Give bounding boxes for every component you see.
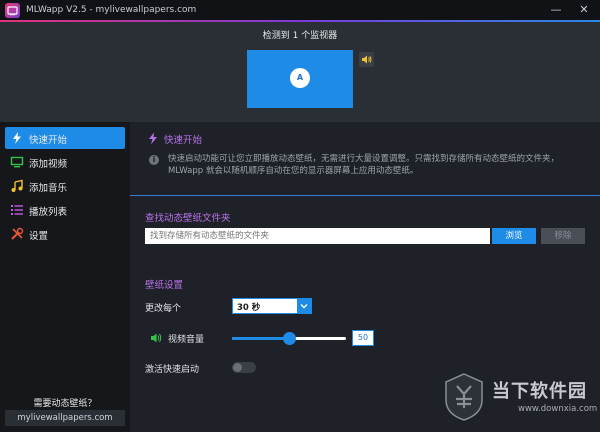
- monitor-detected-text: 检测到 1 个监视器: [262, 31, 338, 41]
- browse-button[interactable]: 浏览: [492, 228, 536, 244]
- sidebar-item-settings[interactable]: 设置: [5, 223, 125, 245]
- watermark-brand: 当下软件园: [492, 381, 587, 402]
- promo-text: 需要动态壁纸？: [33, 399, 97, 409]
- folder-section-title: 查找动态壁纸文件夹: [145, 213, 231, 224]
- monitor-a[interactable]: A: [247, 50, 353, 108]
- remove-button[interactable]: 移除: [541, 228, 585, 244]
- chevron-down-icon: [297, 299, 311, 313]
- volume-slider-thumb[interactable]: [283, 332, 296, 345]
- promo-link[interactable]: mylivewallpapers.com: [5, 410, 125, 426]
- close-button[interactable]: ✕: [576, 3, 592, 17]
- watermark-logo-icon: [442, 372, 486, 422]
- monitor-badge: A: [290, 68, 310, 88]
- sidebar-item-label: 快速开始: [29, 135, 68, 146]
- volume-value-input[interactable]: 50: [352, 330, 374, 346]
- change-interval-value: 30 秒: [237, 303, 261, 313]
- autostart-label: 激活快速启动: [145, 365, 200, 375]
- change-every-label: 更改每个: [145, 304, 182, 314]
- quickstart-title: 快速开始: [164, 135, 203, 146]
- sidebar-item-add-music[interactable]: 添加音乐: [5, 175, 125, 197]
- quickstart-description: 快速启动功能可让您立即播放动态壁纸，无需进行大量设置调整。只需找到存储所有动态壁…: [168, 154, 560, 176]
- autostart-toggle[interactable]: [232, 362, 256, 373]
- wallpaper-settings-title: 壁纸设置: [145, 280, 184, 291]
- speaker-icon[interactable]: [359, 52, 374, 67]
- sidebar-item-add-video[interactable]: 添加视频: [5, 151, 125, 173]
- video-volume-label: 视频音量: [168, 335, 205, 345]
- window-title: MLWapp V2.5 - mylivewallpapers.com: [26, 5, 197, 15]
- title-bar: MLWapp V2.5 - mylivewallpapers.com — ✕: [0, 0, 600, 22]
- music-icon: [10, 179, 24, 193]
- list-icon: [10, 203, 24, 217]
- info-icon: i: [149, 155, 159, 165]
- app-logo-icon: [5, 3, 20, 18]
- sidebar-item-label: 设置: [29, 231, 49, 242]
- sidebar-item-label: 添加音乐: [29, 183, 68, 194]
- lightning-icon: [148, 132, 158, 148]
- sidebar-item-quickstart[interactable]: 快速开始: [5, 127, 125, 149]
- volume-slider-fill: [232, 337, 289, 340]
- tools-icon: [10, 227, 24, 241]
- section-divider: [130, 195, 600, 196]
- app-window: MLWapp V2.5 - mylivewallpapers.com — ✕ 检…: [0, 0, 600, 432]
- monitor-icon: [10, 155, 24, 169]
- folder-path-input[interactable]: [145, 228, 490, 244]
- monitor-area: 检测到 1 个监视器 A: [0, 22, 600, 122]
- minimize-button[interactable]: —: [548, 3, 564, 17]
- lightning-icon: [10, 131, 24, 145]
- volume-icon: [150, 332, 164, 347]
- sidebar: 快速开始 添加视频 添加音乐 播放列表 设置 需要动态壁纸？ mylivewal…: [0, 122, 130, 432]
- toggle-knob: [233, 363, 242, 372]
- sidebar-item-label: 添加视频: [29, 159, 68, 170]
- watermark: 当下软件园 www.downxia.com: [440, 364, 600, 432]
- watermark-url: www.downxia.com: [518, 404, 598, 414]
- volume-slider[interactable]: [232, 332, 346, 345]
- sidebar-item-label: 播放列表: [29, 207, 68, 218]
- change-interval-select[interactable]: 30 秒: [232, 298, 312, 314]
- sidebar-item-playlist[interactable]: 播放列表: [5, 199, 125, 221]
